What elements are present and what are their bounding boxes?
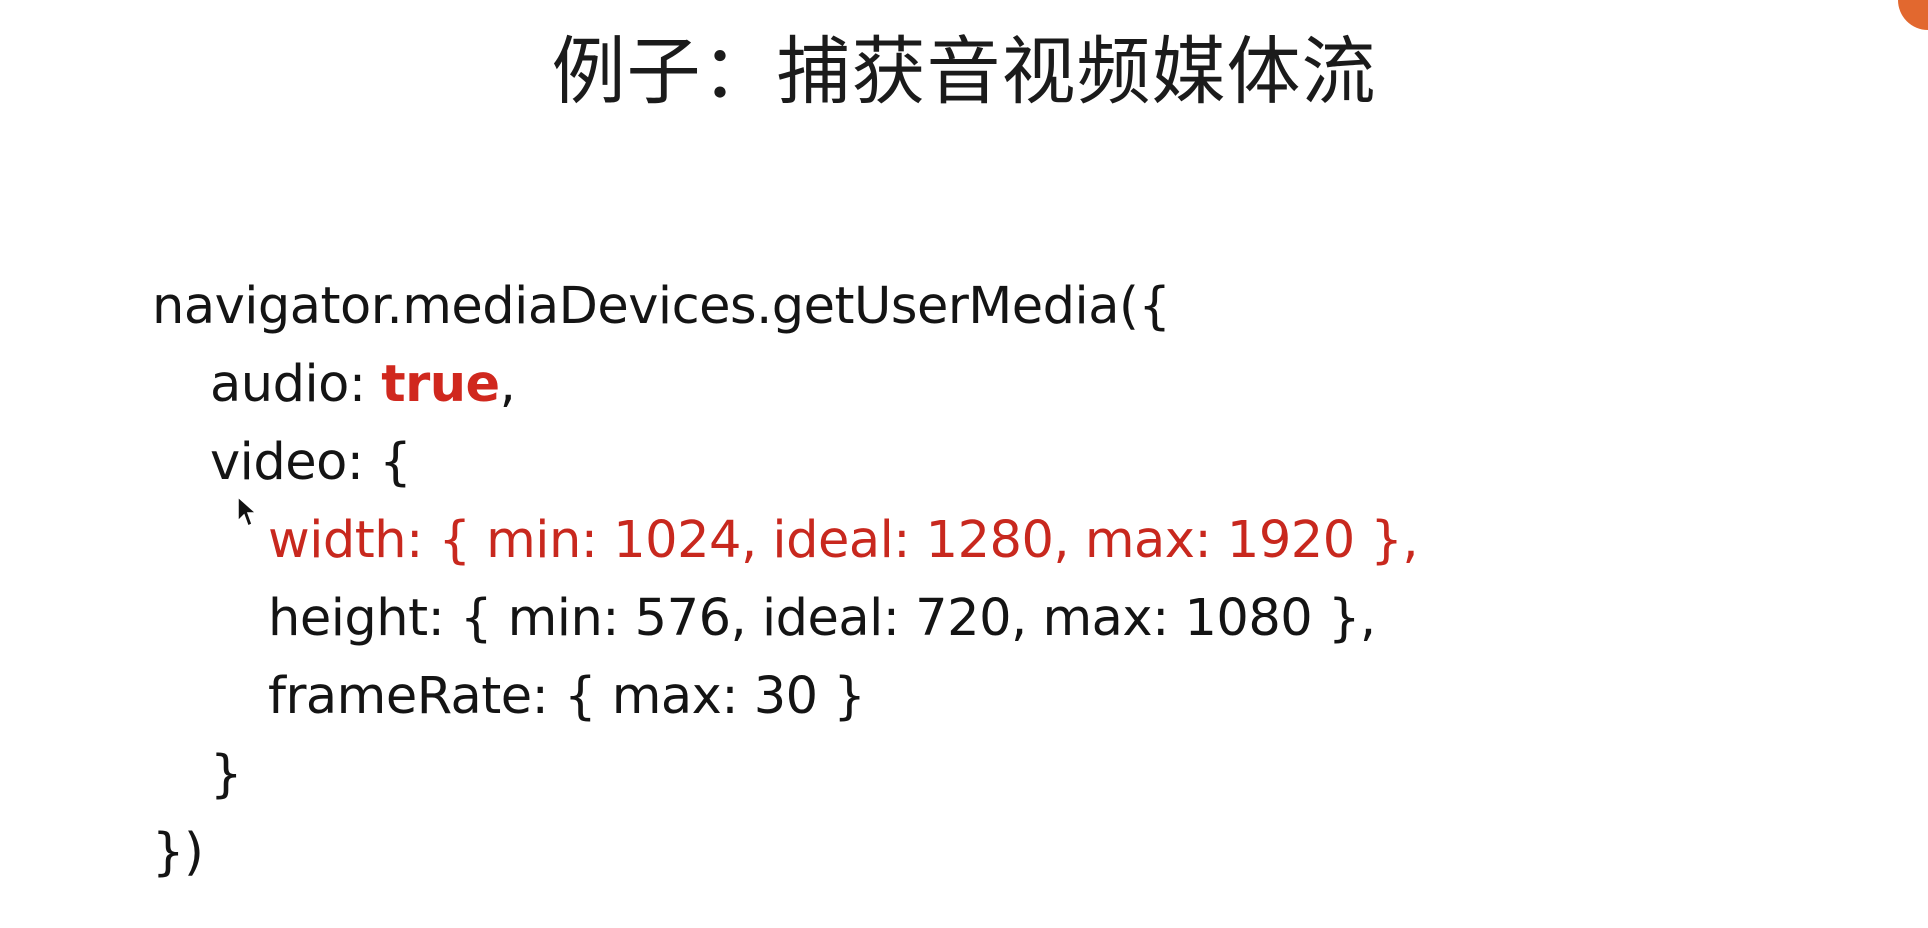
code-line-width: width: { min: 1024, ideal: 1280, max: 19… — [268, 511, 1419, 570]
code-line-call: navigator.mediaDevices.getUserMedia({ — [152, 277, 1171, 336]
audio-value: true — [381, 355, 500, 414]
code-line-framerate: frameRate: { max: 30 } — [268, 667, 866, 726]
audio-comma: , — [499, 355, 516, 414]
audio-key: audio: — [210, 355, 382, 414]
slide-title: 例子：捕获音视频媒体流 — [551, 29, 1377, 115]
slide: 例子：捕获音视频媒体流 navigator.mediaDevices.getUs… — [0, 0, 1928, 928]
code-line-height: height: { min: 576, ideal: 720, max: 108… — [268, 589, 1376, 648]
code-block: navigator.mediaDevices.getUserMedia({ au… — [152, 268, 1419, 892]
code-line-audio: audio: true, — [152, 346, 1418, 424]
code-line-end: }) — [152, 823, 204, 882]
mouse-pointer-icon — [237, 496, 258, 528]
code-line-video-close: } — [210, 745, 242, 804]
code-line-video-open: video: { — [210, 433, 412, 492]
